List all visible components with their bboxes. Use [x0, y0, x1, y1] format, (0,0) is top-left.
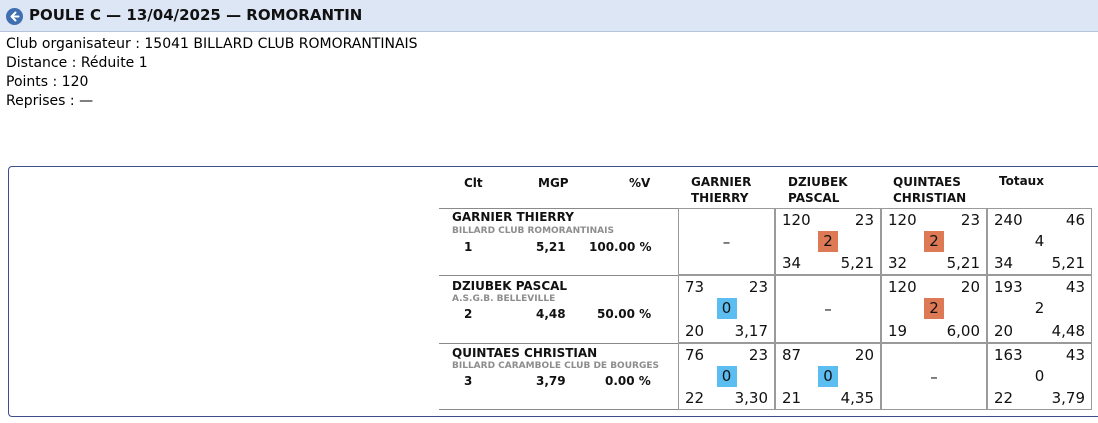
match-reprises: 23	[748, 278, 768, 296]
match-reprises: 20	[960, 278, 980, 296]
result-badge-loss: 0	[818, 366, 838, 387]
total-points: 163	[994, 346, 1023, 364]
match-reprises: 23	[748, 346, 768, 364]
match-moyenne: 3,17	[734, 322, 768, 340]
title-bar: POULE C — 13/04/2025 — ROMORANTIN	[0, 0, 1098, 32]
total-moyenne: 5,21	[1051, 254, 1085, 272]
player-mgp: 3,79	[536, 374, 566, 388]
match-cell: 120 23 2 32 5,21	[881, 208, 987, 275]
match-cell: 76 23 0 22 3,30	[678, 343, 775, 410]
match-cell: 120 23 2 34 5,21	[775, 208, 881, 275]
player-pctv: 50.00 %	[597, 307, 652, 321]
player-pctv: 0.00 %	[605, 374, 651, 388]
match-cell: 73 23 0 20 3,17	[678, 275, 775, 343]
player-name: DZIUBEK PASCAL	[452, 279, 568, 293]
result-badge-win: 2	[818, 231, 838, 252]
player-pctv: 100.00 %	[589, 240, 652, 254]
total-reprises: 43	[1065, 346, 1085, 364]
match-points: 120	[888, 278, 917, 296]
match-serie: 21	[782, 389, 802, 407]
back-arrow-icon[interactable]	[6, 8, 23, 25]
header-totaux: Totaux	[999, 174, 1044, 188]
match-points: 120	[888, 211, 917, 229]
player-clt: 3	[464, 374, 473, 388]
match-cell: 120 20 2 19 6,00	[881, 275, 987, 343]
match-serie: 19	[888, 322, 908, 340]
club-organisateur: Club organisateur : 15041 BILLARD CLUB R…	[6, 36, 418, 52]
result-badge-loss: 0	[716, 298, 737, 319]
totals-cell: 240 46 4 34 5,21	[987, 208, 1092, 275]
distance: Distance : Réduite 1	[6, 55, 148, 71]
result-badge-win: 2	[924, 298, 944, 319]
match-serie: 32	[888, 254, 908, 272]
header-player-1-line2: THIERRY	[691, 191, 749, 205]
player-mgp: 4,48	[536, 307, 566, 321]
match-moyenne: 6,00	[946, 322, 980, 340]
totals-cell: 193 43 2 20 4,48	[987, 275, 1092, 343]
match-reprises: 20	[854, 346, 874, 364]
total-points: 193	[994, 278, 1023, 296]
match-cell-self: –	[881, 343, 987, 410]
header-player-3-line1: QUINTAES	[893, 175, 961, 189]
header-mgp: MGP	[538, 176, 569, 190]
player-clt: 1	[464, 240, 473, 254]
total-result: 4	[1034, 232, 1045, 250]
player-club: BILLARD CARAMBOLE CLUB DE BOURGES	[452, 361, 659, 371]
header-player-3-line2: CHRISTIAN	[893, 191, 967, 205]
total-points: 240	[994, 211, 1023, 229]
match-moyenne: 3,30	[734, 389, 768, 407]
header-player-2-line2: PASCAL	[788, 191, 840, 205]
total-result: 2	[1034, 299, 1045, 317]
match-points: 73	[685, 278, 705, 296]
total-reprises: 43	[1065, 278, 1085, 296]
result-badge-loss: 0	[716, 366, 737, 387]
empty-dash: –	[930, 368, 938, 386]
header-player-2-line1: DZIUBEK	[788, 175, 848, 189]
match-moyenne: 4,35	[840, 389, 874, 407]
match-cell: 87 20 0 21 4,35	[775, 343, 881, 410]
match-reprises: 23	[960, 211, 980, 229]
match-reprises: 23	[854, 211, 874, 229]
header-player-1-line1: GARNIER	[691, 175, 752, 189]
total-moyenne: 3,79	[1051, 389, 1085, 407]
player-club: A.S.G.B. BELLEVILLE	[452, 294, 556, 304]
header-player-1: GARNIER THIERRY	[691, 174, 751, 206]
match-moyenne: 5,21	[840, 254, 874, 272]
header-player-3: QUINTAES CHRISTIAN	[893, 174, 966, 206]
match-points: 87	[782, 346, 802, 364]
match-points: 76	[685, 346, 705, 364]
player-name: QUINTAES CHRISTIAN	[452, 346, 598, 360]
player-mgp: 5,21	[536, 240, 566, 254]
total-reprises: 46	[1065, 211, 1085, 229]
totals-cell: 163 43 0 22 3,79	[987, 343, 1092, 410]
total-moyenne: 4,48	[1051, 322, 1085, 340]
player-name: GARNIER THIERRY	[452, 210, 574, 224]
header-clt: Clt	[464, 176, 483, 190]
match-serie: 34	[782, 254, 802, 272]
reprises: Reprises : —	[6, 93, 94, 109]
empty-dash: –	[722, 233, 731, 251]
match-moyenne: 5,21	[946, 254, 980, 272]
total-result: 0	[1034, 367, 1045, 385]
match-serie: 22	[685, 389, 705, 407]
empty-dash: –	[824, 300, 832, 318]
player-club: BILLARD CLUB ROMORANTINAIS	[452, 226, 614, 236]
header-player-2: DZIUBEK PASCAL	[788, 174, 848, 206]
page-title: POULE C — 13/04/2025 — ROMORANTIN	[29, 6, 363, 24]
result-badge-win: 2	[924, 231, 944, 252]
match-cell-self: –	[775, 275, 881, 343]
total-serie: 22	[994, 389, 1014, 407]
points: Points : 120	[6, 74, 89, 90]
match-serie: 20	[685, 322, 705, 340]
match-cell-self: –	[678, 208, 775, 275]
total-serie: 20	[994, 322, 1014, 340]
total-serie: 34	[994, 254, 1014, 272]
player-clt: 2	[464, 307, 473, 321]
header-pctv: %V	[629, 176, 651, 190]
match-points: 120	[782, 211, 811, 229]
